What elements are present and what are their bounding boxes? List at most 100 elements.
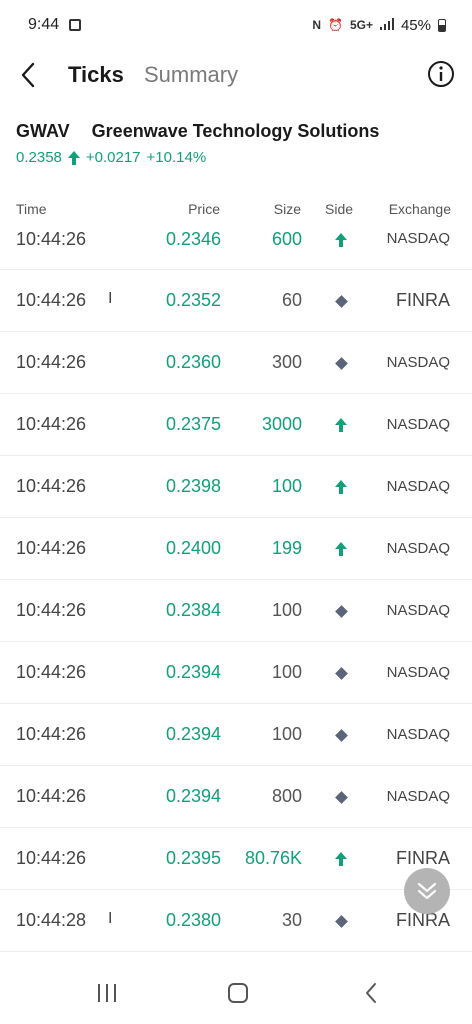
tick-time: 10:44:26 bbox=[16, 414, 87, 434]
home-icon bbox=[228, 983, 248, 1003]
tick-size: 800 bbox=[271, 786, 302, 806]
tick-price: 0.2346 bbox=[165, 229, 221, 249]
tick-size: 300 bbox=[271, 352, 302, 372]
side-up-arrow-icon bbox=[333, 232, 349, 248]
tick-exchange: NASDAQ bbox=[386, 726, 450, 743]
tick-time: 10:44:26 bbox=[16, 476, 87, 496]
tick-condition: I bbox=[108, 290, 113, 307]
side-neutral-diamond-icon bbox=[333, 913, 349, 929]
tick-exchange: NASDAQ bbox=[386, 788, 450, 805]
tick-time: 10:44:28 bbox=[16, 910, 87, 930]
tick-exchange: NASDAQ bbox=[386, 540, 450, 557]
side-neutral-diamond-icon bbox=[333, 789, 349, 805]
side-neutral-diamond-icon bbox=[333, 727, 349, 743]
tick-row: 10:44:26 0.2394 100 NASDAQ bbox=[0, 642, 472, 704]
column-header-time: Time bbox=[16, 201, 47, 217]
tick-row: 10:44:26 0.2394 100 NASDAQ bbox=[0, 704, 472, 766]
tick-time: 10:44:26 bbox=[16, 229, 87, 249]
tick-size: 3000 bbox=[261, 414, 302, 434]
tick-time: 10:44:26 bbox=[16, 786, 87, 806]
battery-percent: 45% bbox=[400, 16, 431, 34]
system-back-button[interactable] bbox=[356, 980, 386, 1006]
tick-exchange: NASDAQ bbox=[386, 230, 450, 247]
tick-condition: I bbox=[108, 910, 113, 927]
back-button[interactable] bbox=[14, 60, 42, 90]
network-type: 5G+ bbox=[349, 18, 373, 32]
tick-row: 10:44:26 0.2375 3000 NASDAQ bbox=[0, 394, 472, 456]
tick-size: 100 bbox=[271, 476, 302, 496]
tick-time: 10:44:26 bbox=[16, 538, 87, 558]
nav-header: Ticks Summary bbox=[0, 50, 472, 102]
tick-price: 0.2360 bbox=[165, 352, 221, 372]
tick-price: 0.2400 bbox=[165, 538, 221, 558]
stock-price: 0.2358 bbox=[16, 149, 62, 166]
info-icon bbox=[428, 61, 454, 87]
system-nav-bar bbox=[0, 962, 472, 1024]
alarm-icon: ⏰ bbox=[328, 18, 343, 32]
stock-change: +0.0217 bbox=[85, 149, 141, 166]
tab-summary[interactable]: Summary bbox=[144, 62, 238, 88]
stock-change-percent: +10.14% bbox=[146, 149, 207, 166]
stock-title: GWAV Greenwave Technology Solutions bbox=[16, 121, 379, 142]
tab-ticks[interactable]: Ticks bbox=[68, 62, 124, 88]
tick-price: 0.2384 bbox=[165, 600, 221, 620]
scroll-down-button[interactable] bbox=[404, 868, 450, 914]
side-up-arrow-icon bbox=[333, 851, 349, 867]
home-button[interactable] bbox=[223, 980, 253, 1006]
gallery-notification-icon bbox=[69, 19, 82, 31]
table-header: Time Price Size Side Exchange bbox=[0, 201, 472, 221]
recent-apps-icon bbox=[98, 984, 116, 1002]
tick-exchange: NASDAQ bbox=[386, 664, 450, 681]
tick-size: 100 bbox=[271, 724, 302, 744]
tick-time: 10:44:26 bbox=[16, 600, 87, 620]
column-header-price: Price bbox=[188, 201, 220, 217]
signal-icon bbox=[379, 17, 394, 34]
stock-quote: 0.2358 +0.0217 +10.14% bbox=[16, 149, 206, 166]
tick-time: 10:44:26 bbox=[16, 290, 87, 310]
stock-ticker: GWAV bbox=[16, 121, 70, 141]
battery-icon bbox=[438, 18, 446, 32]
side-neutral-diamond-icon bbox=[333, 665, 349, 681]
tick-size: 30 bbox=[281, 910, 302, 930]
arrow-up-icon bbox=[67, 150, 80, 165]
side-up-arrow-icon bbox=[333, 417, 349, 433]
tick-time: 10:44:26 bbox=[16, 724, 87, 744]
tick-exchange: FINRA bbox=[396, 290, 450, 310]
tick-row: 10:44:26 0.2346 600 NASDAQ bbox=[0, 224, 472, 270]
info-button[interactable] bbox=[427, 60, 455, 88]
side-up-arrow-icon bbox=[333, 479, 349, 495]
tick-price: 0.2380 bbox=[165, 910, 221, 930]
tick-size: 80.76K bbox=[244, 848, 302, 868]
tick-row: 10:44:26 0.2398 100 NASDAQ bbox=[0, 456, 472, 518]
tick-row: 10:44:28 I 0.2380 30 FINRA bbox=[0, 890, 472, 952]
side-up-arrow-icon bbox=[333, 541, 349, 557]
side-neutral-diamond-icon bbox=[333, 603, 349, 619]
nfc-icon: N bbox=[312, 18, 321, 32]
side-neutral-diamond-icon bbox=[333, 293, 349, 309]
stock-company-name: Greenwave Technology Solutions bbox=[91, 121, 380, 141]
tick-row: 10:44:26 0.2394 800 NASDAQ bbox=[0, 766, 472, 828]
tick-row: 10:44:26 0.2400 199 NASDAQ bbox=[0, 518, 472, 580]
back-chevron-icon bbox=[366, 983, 376, 1003]
column-header-size: Size bbox=[273, 201, 301, 217]
back-arrow-icon bbox=[21, 62, 35, 88]
tick-size: 60 bbox=[281, 290, 302, 310]
tick-exchange: NASDAQ bbox=[386, 416, 450, 433]
recent-apps-button[interactable] bbox=[92, 980, 122, 1006]
tick-time: 10:44:26 bbox=[16, 352, 87, 372]
tick-price: 0.2375 bbox=[165, 414, 221, 434]
tick-price: 0.2394 bbox=[165, 786, 221, 806]
tick-row: 10:44:26 0.2395 80.76K FINRA bbox=[0, 828, 472, 890]
tick-price: 0.2398 bbox=[165, 476, 221, 496]
tick-price: 0.2395 bbox=[165, 848, 221, 868]
double-chevron-down-icon bbox=[417, 882, 437, 900]
tick-size: 600 bbox=[271, 229, 302, 249]
tick-exchange: NASDAQ bbox=[386, 478, 450, 495]
tick-exchange: FINRA bbox=[396, 848, 450, 868]
tick-row: 10:44:26 0.2384 100 NASDAQ bbox=[0, 580, 472, 642]
column-header-side: Side bbox=[325, 201, 354, 217]
tick-price: 0.2352 bbox=[165, 290, 221, 310]
status-time: 9:44 bbox=[28, 16, 60, 33]
tick-price: 0.2394 bbox=[165, 662, 221, 682]
status-bar: 9:44 N ⏰ 5G+ 45% bbox=[0, 0, 472, 50]
